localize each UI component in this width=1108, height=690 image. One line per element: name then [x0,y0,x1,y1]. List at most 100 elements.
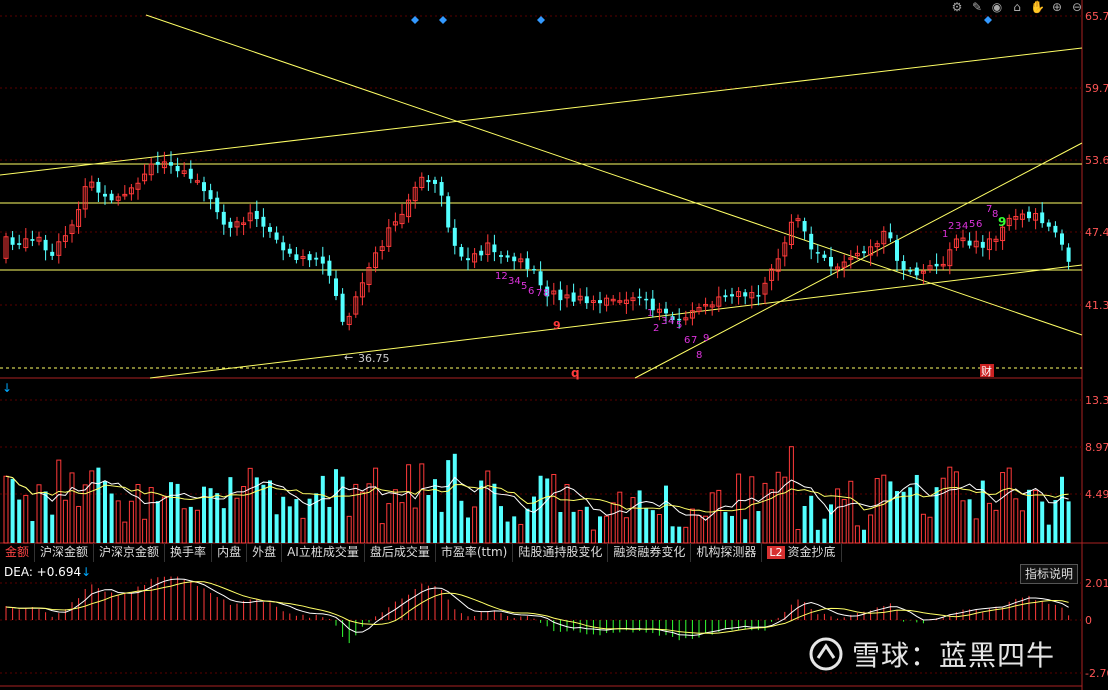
volume-panel-arrow: ↓ [2,381,13,395]
volume-bar [525,508,530,543]
candle-body [1066,247,1071,262]
volume-bar [874,478,880,544]
candle-body [908,270,913,272]
volume-bar [43,491,48,543]
volume-bar [287,506,292,543]
basket-icon[interactable]: ⌂ [1010,0,1024,14]
dea-readout: DEA: +0.694↓ [4,565,91,579]
tab-turnover[interactable]: 换手率 [165,543,213,562]
stock-chart[interactable]: 12 34 5 6 7 8123 4 56 7 9812 3 4 5 67 8 ← 36.75 9 q 财 … [0,0,1108,690]
td-sequence-digit: 6 [684,335,690,346]
candle-body [815,252,820,254]
tab-outer-volume[interactable]: 外盘 [247,543,283,562]
settings-icon[interactable]: ⚙ [950,0,964,14]
candle-body [340,293,345,322]
td-sequence-digit: 7 [536,288,542,299]
tab-pe-ttm[interactable]: 市盈率(ttm) [436,543,514,562]
volume-bar [512,516,517,543]
indicator-help-button[interactable]: 指标说明 [1019,564,1078,584]
tab-hk-connect-holdings[interactable]: 陆股通持股变化 [513,543,609,562]
candle-body [1053,225,1058,233]
tab-inner-volume[interactable]: 内盘 [212,543,248,562]
volume-bar [17,499,22,543]
candle-body [756,295,761,297]
td-sequence-labels: 12 34 5 6 7 8123 4 56 7 9812 3 4 5 67 8 [495,204,998,361]
volume-bar [353,483,359,544]
volume-bar [234,497,240,544]
candle-body [314,257,319,260]
pen-icon[interactable]: ✎ [970,0,984,14]
candle-body [532,269,536,271]
volume-bar [466,517,470,543]
volume-bar [1000,472,1006,544]
volume-bar [155,501,160,543]
volume-bar [346,515,352,544]
tab-hsj-amount[interactable]: 沪深京金额 [94,543,166,562]
volume-bar [268,480,272,543]
tab-institution-detector[interactable]: 机构探测器 [691,543,763,562]
volume-bar [379,523,385,544]
volume-bar [115,500,121,544]
volume-bar [69,472,75,544]
volume-bar [135,484,141,544]
low-price-annotation: ← [344,351,353,364]
tab-margin-trading[interactable]: 融资融券变化 [608,543,692,562]
volume-bar [103,481,107,543]
tab-ai-volume[interactable]: AI立桩成交量 [282,543,365,562]
tab-hs-amount[interactable]: 沪深金额 [35,543,95,562]
candle-body [743,292,748,297]
tab-after-hours-volume[interactable]: 盘后成交量 [365,543,436,562]
volume-bar [148,487,154,544]
volume-bar [175,483,180,543]
tab-bottom-fishing[interactable]: L2 资金抄底 [762,543,842,562]
volume-bar [696,515,702,544]
candle-body [307,254,312,261]
hand-icon[interactable]: ✋ [1030,0,1045,14]
volume-bar [590,529,596,544]
candle-body [452,227,457,246]
td-sequence-digit: 6 [976,219,982,230]
volume-bar [76,505,82,544]
volume-bar [558,512,563,543]
zoom-out-icon[interactable]: ⊖ [1070,0,1084,14]
candle-body [228,221,233,228]
volume-bar [3,475,9,544]
volume-bar [835,488,841,544]
dea-arrow: ↓ [81,565,92,579]
candle-body [175,165,180,172]
candle-body [809,233,814,250]
candlesticks [3,151,1071,331]
candle-body [862,251,866,254]
volume-bar [228,477,233,543]
volume-bar [545,478,550,543]
candle-body [254,210,259,220]
volume-bar [188,506,193,543]
tab-amount[interactable]: 金额 [0,543,36,562]
eye-icon[interactable]: ◉ [990,0,1004,14]
volume-bar [1046,524,1051,543]
zoom-in-icon[interactable]: ⊕ [1050,0,1064,14]
candle-body [934,263,939,267]
snowball-logo-icon [809,637,843,671]
volume-bar [881,474,887,544]
cai-badge[interactable]: 财 [981,364,992,378]
event-markers[interactable] [411,16,992,24]
volume-bar [446,460,451,543]
volume-bar [215,493,220,543]
volume-bar [551,474,557,544]
volume-bar [419,463,425,544]
td-nine-marker: 9 [553,319,561,332]
candle-body [446,196,451,228]
volume-bar [848,480,854,544]
candle-body [466,258,470,261]
candle-body [538,271,543,286]
volume-bar [1040,501,1045,543]
volume-bar [122,521,128,544]
volume-bar [300,517,306,544]
candle-body [479,250,484,256]
volume-bar [261,484,266,543]
low-price-label: 36.75 [358,352,390,365]
volume-bar [927,516,933,544]
volume-bar [399,502,405,544]
td-sequence-digit: 5 [969,219,975,230]
